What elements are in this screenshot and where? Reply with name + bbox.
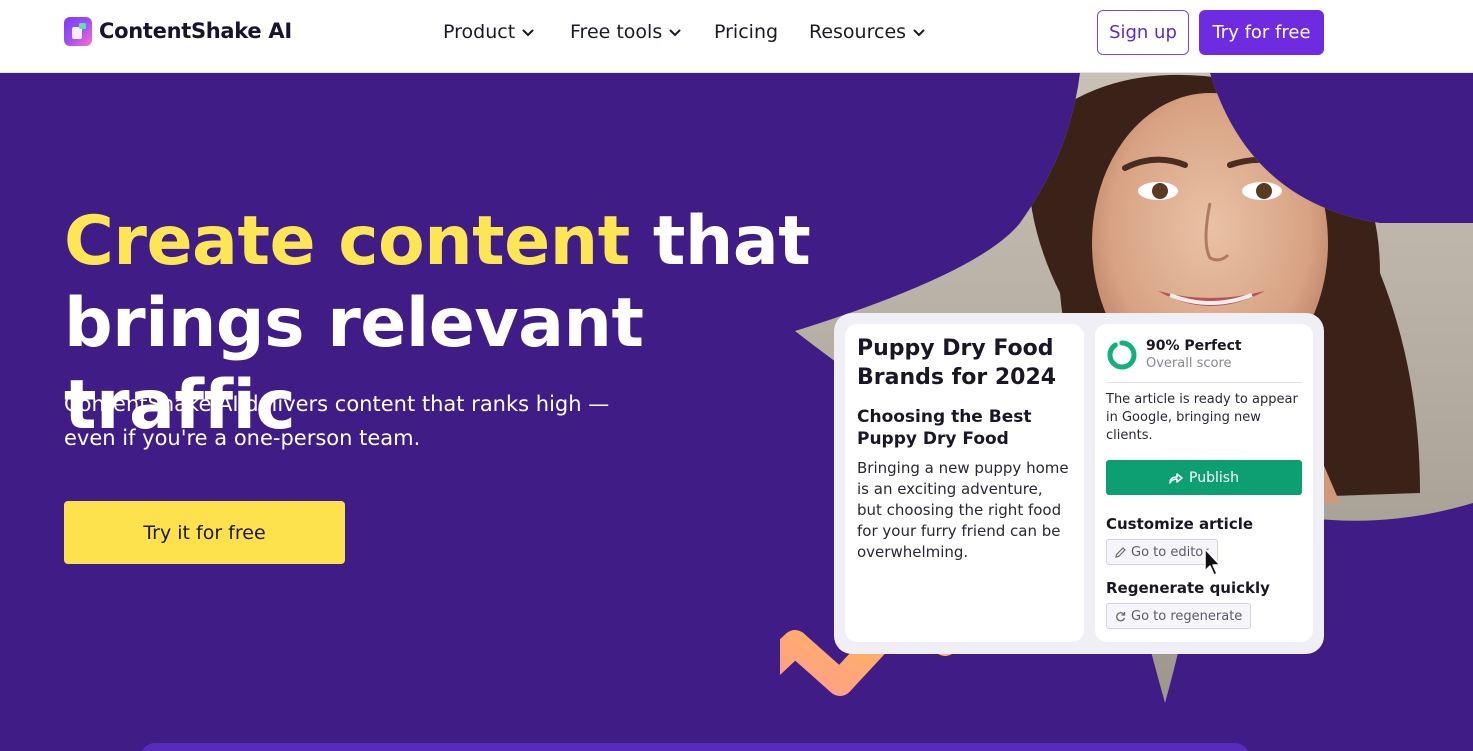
score-row: 90% Perfect Overall score (1106, 334, 1302, 376)
article-preview: Puppy Dry Food Brands for 2024 Choosing … (845, 324, 1084, 642)
brand-logo[interactable]: ContentShake AI (64, 16, 292, 46)
chevron-down-icon (522, 29, 534, 37)
nav-resources-label: Resources (809, 21, 907, 43)
go-to-editor-label: Go to editor (1131, 544, 1209, 560)
sign-up-button[interactable]: Sign up (1097, 10, 1189, 55)
article-section-heading: Choosing the Best Puppy Dry Food (857, 407, 1032, 449)
article-preview-card: Puppy Dry Food Brands for 2024 Choosing … (834, 313, 1324, 654)
try-it-for-free-button[interactable]: Try it for free (64, 501, 345, 564)
pencil-icon (1115, 546, 1126, 558)
nav-product[interactable]: Product (443, 18, 534, 46)
nav-product-label: Product (443, 21, 516, 43)
hero-subtext-line-2: even if you're a one-person team. (64, 426, 421, 450)
article-body: Bringing a new puppy home is an exciting… (857, 459, 1069, 561)
divider (1106, 382, 1302, 383)
refresh-icon (1116, 611, 1126, 621)
nav-pricing-label: Pricing (714, 21, 779, 43)
hero-subtext: ContentShake AI delivers content that ra… (64, 387, 624, 455)
try-for-free-button[interactable]: Try for free (1199, 10, 1324, 55)
ready-text: The article is ready to appear in Google… (1106, 392, 1298, 443)
nav-pricing[interactable]: Pricing (714, 18, 778, 46)
nav-free-tools[interactable]: Free tools (570, 18, 681, 46)
headline-highlight: Create content (64, 202, 630, 281)
article-title: Puppy Dry Food Brands for 2024 (857, 336, 1057, 390)
customize-heading: Customize article (1106, 515, 1254, 533)
article-score-panel: 90% Perfect Overall score The article is… (1095, 324, 1313, 642)
next-section-edge (140, 743, 1250, 751)
share-arrow-icon (1169, 472, 1183, 484)
headline-part-1: that (629, 202, 811, 281)
nav-resources[interactable]: Resources (809, 18, 925, 46)
score-label: Overall score (1146, 356, 1232, 371)
hero-subtext-line-1: ContentShake AI delivers content that ra… (64, 392, 610, 416)
regenerate-heading: Regenerate quickly (1106, 579, 1270, 597)
go-to-editor-button[interactable]: Go to editor (1106, 539, 1218, 565)
go-to-regenerate-label: Go to regenerate (1131, 608, 1243, 624)
go-to-regenerate-button[interactable]: Go to regenerate (1106, 603, 1252, 629)
chevron-down-icon (669, 29, 681, 37)
mouse-cursor-icon (1204, 548, 1221, 576)
top-navigation: ContentShake AI Product Free tools Prici… (0, 0, 1473, 73)
publish-button[interactable]: Publish (1106, 460, 1302, 495)
contentshake-logo-icon (64, 16, 92, 46)
score-ring-icon (1107, 340, 1137, 370)
chevron-down-icon (913, 29, 925, 37)
publish-label: Publish (1189, 469, 1239, 486)
nav-free-tools-label: Free tools (570, 21, 663, 43)
brand-name: ContentShake AI (99, 19, 292, 43)
score-value: 90% Perfect (1146, 338, 1242, 354)
